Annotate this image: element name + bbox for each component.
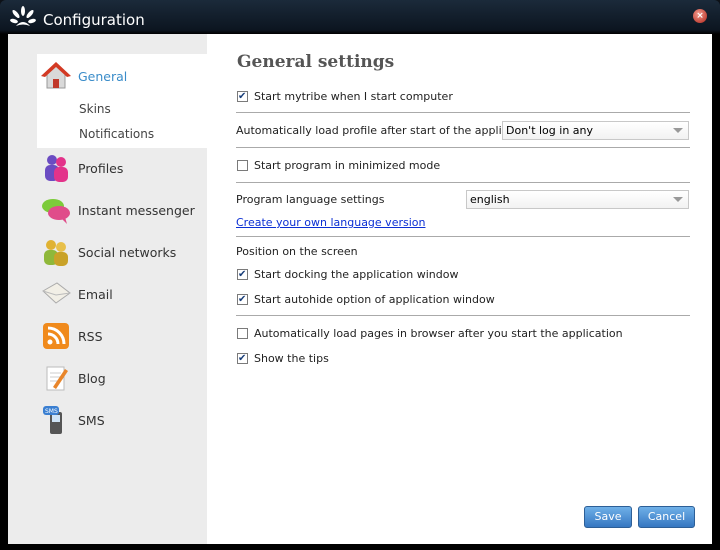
start-minimized-checkbox[interactable] [237,160,248,171]
start-minimized-label: Start program in minimized mode [254,159,441,172]
window-title: Configuration [43,11,145,29]
sidebar-item-label: Instant messenger [78,203,195,218]
mytribe-logo-icon [10,6,36,26]
sidebar-item-profiles[interactable]: Profiles [37,150,207,186]
sidebar-item-email[interactable]: Email [37,276,207,312]
title-bar[interactable]: Configuration × [0,0,720,34]
configuration-window: Configuration × General Skins Notificati… [0,0,720,550]
autohide-label: Start autohide option of application win… [254,293,495,306]
sidebar-subitem-skins[interactable]: Skins [79,102,111,116]
sidebar-item-label: Blog [78,371,106,386]
show-tips-checkbox[interactable] [237,351,248,367]
users-icon [45,155,68,182]
show-tips-label: Show the tips [254,352,329,365]
rss-icon [43,323,69,349]
sidebar-item-label: SMS [78,413,105,428]
divider [236,315,690,316]
page-title: General settings [237,52,395,72]
sidebar-item-blog[interactable]: Blog [37,360,207,396]
start-on-boot-label: Start mytribe when I start computer [254,90,453,103]
auto-load-pages-label: Automatically load pages in browser afte… [254,327,623,340]
divider [236,236,690,237]
divider [236,147,690,148]
chat-bubbles-icon [42,199,70,224]
auto-load-profile-label: Automatically load profile after start o… [236,124,536,137]
sidebar-item-label: RSS [78,329,103,344]
close-button[interactable]: × [693,9,707,23]
sidebar-item-social-networks[interactable]: Social networks [37,234,207,270]
chevron-down-icon [673,197,683,202]
auto-load-pages-checkbox[interactable] [237,328,248,339]
dialog-body: General Skins Notifications Profiles Ins… [8,34,712,544]
create-language-link[interactable]: Create your own language version [236,216,425,229]
svg-text:SMS: SMS [45,408,58,415]
mobile-phone-icon: SMS [43,406,62,434]
divider [236,182,690,183]
sidebar-item-general[interactable]: General [37,58,207,94]
sidebar-item-label: Social networks [78,245,177,260]
cancel-button[interactable]: Cancel [638,506,695,528]
general-settings-panel: General settings Start mytribe when I st… [207,34,712,544]
notepad-icon [46,366,68,391]
home-icon [41,62,71,89]
sidebar-item-instant-messenger[interactable]: Instant messenger [37,192,207,228]
sidebar: General Skins Notifications Profiles Ins… [8,34,207,544]
envelope-icon [42,282,71,304]
save-button[interactable]: Save [584,506,632,528]
sidebar-item-rss[interactable]: RSS [37,318,207,354]
chevron-down-icon [673,128,683,133]
sidebar-item-label: General [78,69,128,84]
sidebar-item-label: Profiles [78,161,124,176]
auto-load-profile-select[interactable]: Don't log in any [502,121,689,140]
language-select[interactable]: english [466,190,689,209]
sidebar-item-sms[interactable]: SMS SMS [37,402,207,438]
divider [236,112,690,113]
docking-checkbox[interactable] [237,267,248,283]
language-label: Program language settings [236,193,385,206]
sidebar-subitem-notifications[interactable]: Notifications [79,127,154,141]
docking-label: Start docking the application window [254,268,459,281]
auto-load-profile-value: Don't log in any [506,124,594,137]
close-icon: × [696,11,704,21]
autohide-checkbox[interactable] [237,292,248,308]
position-section-label: Position on the screen [236,245,358,258]
social-people-icon [44,240,68,266]
language-value: english [470,193,510,206]
start-on-boot-checkbox[interactable] [237,89,248,105]
sidebar-item-label: Email [78,287,113,302]
